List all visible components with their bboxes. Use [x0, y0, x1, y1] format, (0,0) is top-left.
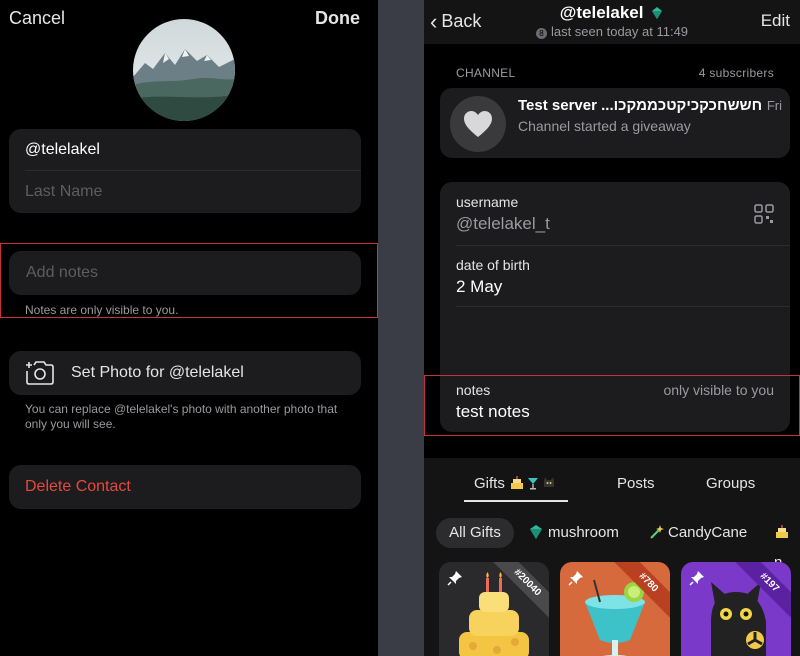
edit-button[interactable]: Edit — [761, 11, 790, 31]
username-value[interactable]: @telelakel_t — [456, 214, 550, 234]
gift-card[interactable]: #197 — [681, 562, 791, 656]
filter-candycane-label: CandyCane — [668, 524, 748, 541]
profile-header: ‹ Back @telelakel 8 last seen today at 11:… — [424, 0, 800, 44]
qr-code-icon[interactable] — [754, 204, 774, 224]
notes-field-card[interactable]: Add notes — [9, 251, 361, 295]
profile-username: @telelakel — [559, 3, 644, 22]
last-seen-text: last seen today at 11:49 — [550, 24, 689, 39]
set-photo-label: Set Photo for @telelakel — [71, 364, 244, 381]
delete-contact-button[interactable]: Delete Contact — [9, 465, 361, 509]
gift-card[interactable]: #20040 — [439, 562, 549, 656]
edit-contact-panel: Cancel Done @telelakel Last Name Add not… — [0, 0, 378, 656]
divider — [456, 245, 790, 246]
filter-mushroom-label: mushroom — [548, 524, 619, 541]
camera-add-icon — [26, 361, 54, 385]
filter-mushroom[interactable]: mushroom — [528, 518, 619, 548]
cake-icon — [776, 525, 788, 538]
cocktail-icon — [528, 478, 539, 490]
channel-title: Test server ...חששחכקכיקטכממקכו — [518, 97, 763, 114]
tab-gifts-label: Gifts — [474, 475, 505, 492]
pin-icon — [689, 571, 704, 586]
filter-candycane[interactable]: CandyCane — [648, 518, 747, 548]
notes-input[interactable]: Add notes — [26, 264, 98, 282]
tab-gifts[interactable]: Gifts — [474, 475, 557, 492]
gem-icon — [530, 525, 542, 539]
avatar[interactable] — [133, 19, 235, 121]
heart-icon — [464, 111, 492, 137]
gem-icon — [652, 7, 663, 19]
active-tab-indicator — [464, 500, 568, 502]
black-cat-icon — [544, 477, 555, 487]
channel-section-label: CHANNEL — [456, 66, 516, 80]
subscriber-count: 4 subscribers — [698, 66, 774, 80]
filter-all-gifts[interactable]: All Gifts — [436, 518, 514, 548]
status-badge: 8 — [535, 28, 547, 39]
filter-more[interactable]: n — [774, 518, 800, 571]
channel-avatar — [450, 96, 506, 152]
channel-last-message: Channel started a giveaway — [518, 118, 691, 134]
name-card: @telelakel Last Name — [9, 129, 361, 213]
last-seen-status: 8 last seen today at 11:49 — [424, 24, 800, 39]
profile-tabs-section: Gifts Posts Groups All Gifts mushroom Ca… — [424, 458, 800, 656]
channel-item[interactable]: Test server ...חששחכקכיקטכממקכו Channel … — [440, 88, 790, 158]
panel-divider — [378, 0, 424, 656]
cake-icon — [511, 476, 524, 489]
first-name-field[interactable]: @telelakel — [25, 141, 100, 159]
pin-icon — [568, 571, 583, 586]
tab-groups[interactable]: Groups — [706, 475, 755, 492]
channel-time: Fri — [766, 98, 782, 113]
divider — [25, 170, 361, 171]
sparkle-wand-icon — [650, 525, 664, 539]
profile-title: @telelakel — [424, 3, 800, 23]
gift-card[interactable]: #780 — [560, 562, 670, 656]
cancel-button[interactable]: Cancel — [9, 8, 65, 29]
divider — [456, 306, 790, 307]
username-label: username — [456, 194, 519, 210]
done-button[interactable]: Done — [315, 8, 360, 29]
notes-hint: Notes are only visible to you. — [25, 303, 179, 317]
last-name-field[interactable]: Last Name — [25, 183, 102, 201]
notes-highlight-box — [424, 375, 800, 436]
photo-hint: You can replace @telelakel's photo with … — [25, 402, 338, 431]
profile-panel: ‹ Back @telelakel 8 last seen today at 11:… — [424, 0, 800, 656]
birthday-label: date of birth — [456, 257, 530, 273]
set-photo-button[interactable]: Set Photo for @telelakel — [9, 351, 361, 395]
pin-icon — [447, 571, 462, 586]
tab-posts[interactable]: Posts — [617, 475, 655, 492]
mountain-landscape-image — [133, 19, 235, 121]
birthday-value: 2 May — [456, 277, 503, 296]
delete-contact-label: Delete Contact — [25, 478, 131, 495]
